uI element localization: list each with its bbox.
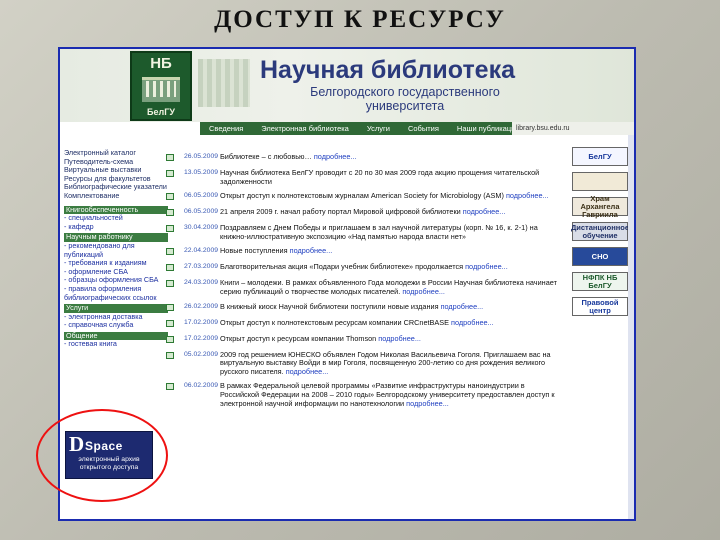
news-book-icon[interactable]	[166, 170, 174, 177]
news-book-icon[interactable]	[166, 225, 174, 233]
news-book-icon[interactable]	[166, 264, 174, 272]
header-banner: НБ БелГУ Научная библиотека Белгородског…	[60, 49, 634, 122]
books-image	[198, 59, 250, 107]
sidebar-subitem[interactable]: - правила оформления библиографических с…	[64, 284, 168, 302]
news-book-icon[interactable]	[166, 319, 174, 327]
library-subtitle: Белгородского государственного университ…	[310, 85, 500, 113]
partner-badge[interactable]	[572, 172, 628, 191]
news-text: Поздравляем с Днем Победы и приглашаем в…	[220, 223, 538, 241]
news-book-icon[interactable]	[166, 193, 174, 201]
news-book-icon[interactable]	[166, 303, 174, 311]
news-item: 22.04.2009 Новые поступления подробнее...	[166, 247, 558, 257]
news-item: 27.03.2009 Благотворительная акция «Подар…	[166, 263, 558, 273]
partner-badge[interactable]: СНО	[572, 247, 628, 266]
news-text: 2009 год решением ЮНЕСКО объявлен Годом …	[220, 349, 551, 376]
more-link[interactable]: подробнее...	[506, 191, 549, 200]
news-date: 06.05.2009	[184, 208, 219, 216]
news-item: 26.05.2009 Библиотеке – с любовью… подроб…	[166, 152, 558, 163]
news-date: 27.03.2009	[184, 263, 219, 271]
more-link[interactable]: подробнее...	[402, 287, 445, 296]
news-book-icon[interactable]	[166, 209, 174, 217]
highlight-circle	[36, 409, 168, 502]
more-link[interactable]: подробнее...	[286, 367, 329, 376]
nav-item-info[interactable]: Сведения	[209, 124, 243, 133]
news-item: 17.02.2009 Открыт доступ к ресурсам компа…	[166, 333, 558, 345]
news-date: 30.04.2009	[184, 224, 219, 232]
news-date: 17.02.2009	[184, 318, 219, 326]
news-text: Библиотеке – с любовью…	[220, 152, 312, 161]
news-book-icon[interactable]	[166, 280, 174, 288]
news-text: Открыт доступ к полнотекстовым журналам …	[220, 191, 504, 201]
logo-bottom-text: БелГУ	[147, 107, 175, 117]
news-text: Новые поступления	[220, 246, 288, 256]
logo-top-text: НБ	[150, 55, 172, 72]
news-item: 06.05.2009 Открыт доступ к полнотекстовым…	[166, 191, 558, 202]
news-date: 24.03.2009	[184, 279, 219, 287]
news-text: В рамках Федеральной целевой программы «…	[220, 381, 555, 408]
partner-badge[interactable]: Правовой центр	[572, 297, 628, 316]
partner-badge[interactable]: НФПК НБ БелГУ	[572, 272, 628, 291]
news-date: 06.02.2009	[184, 382, 219, 390]
news-book-icon[interactable]	[166, 335, 174, 343]
news-item: 24.03.2009 Книги – молодежи. В рамках объ…	[166, 279, 558, 296]
library-logo[interactable]: НБ БелГУ	[130, 51, 192, 121]
news-text: Благотворительная акция «Подари учебник …	[220, 262, 464, 272]
partner-badge[interactable]: Храм Архангела Гавриила	[572, 194, 628, 218]
news-text: Открыт доступ к полнотекстовым ресурсам …	[220, 317, 450, 327]
more-link[interactable]: подробнее...	[290, 246, 333, 256]
nav-item-events[interactable]: События	[408, 124, 439, 133]
sidebar-subitem[interactable]: - кафедр	[64, 222, 168, 232]
more-link[interactable]: подробнее...	[441, 302, 484, 311]
partner-badge[interactable]: БелГУ	[572, 147, 628, 166]
sidebar: Электронный каталог Путеводитель-схема В…	[64, 148, 168, 349]
news-item: 13.05.2009 Научная библиотека БелГУ прово…	[166, 168, 558, 186]
scrollbar[interactable]	[628, 135, 634, 519]
logo-columns-icon	[146, 81, 176, 97]
more-link[interactable]: подробнее...	[465, 262, 508, 272]
news-book-icon[interactable]	[166, 154, 174, 161]
news-date: 05.02.2009	[184, 350, 219, 358]
news-date: 17.02.2009	[184, 334, 219, 342]
news-text: Научная библиотека БелГУ проводит с 20 п…	[220, 168, 540, 186]
nav-item-services[interactable]: Услуги	[367, 124, 390, 133]
sidebar-item-acquisition[interactable]: Комплектование	[64, 191, 168, 201]
site-url: library.bsu.edu.ru	[512, 122, 634, 135]
sidebar-subitem[interactable]: - гостевая книга	[64, 340, 168, 349]
news-text: Книги – молодежи. В рамках объявленного …	[220, 278, 557, 296]
news-item: 17.02.2009 Открыт доступ к полнотекстовым…	[166, 317, 558, 329]
slide-title: ДОСТУП К РЕСУРСУ	[214, 6, 506, 33]
more-link[interactable]: подробнее...	[406, 399, 449, 408]
news-book-icon[interactable]	[166, 351, 174, 359]
more-link[interactable]: подробнее...	[378, 334, 421, 343]
news-text: 21 апреля 2009 г. начал работу портал Ми…	[220, 207, 461, 217]
library-title: Научная библиотека	[260, 56, 516, 84]
news-text: Открыт доступ к ресурсам компании Thomso…	[220, 333, 377, 343]
sidebar-subitem[interactable]: - рекомендовано для публикаций	[64, 241, 168, 259]
news-list: 26.05.2009 Библиотеке – с любовью… подроб…	[166, 152, 558, 414]
partner-links: БелГУ Храм Архангела Гавриила Дистанционно…	[571, 147, 629, 322]
news-item: 05.02.2009 2009 год решением ЮНЕСКО объяв…	[166, 349, 558, 377]
news-date: 06.05.2009	[184, 192, 219, 200]
news-item: 26.02.2009 В книжный киоск Научной библио…	[166, 301, 558, 313]
news-item: 06.02.2009 В рамках Федеральной целевой п…	[166, 382, 558, 408]
news-date: 26.05.2009	[184, 153, 219, 160]
more-link[interactable]: подробнее...	[463, 207, 506, 216]
news-text: В книжный киоск Научной библиотеки посту…	[220, 301, 439, 311]
news-date: 26.02.2009	[184, 302, 219, 310]
news-book-icon[interactable]	[166, 383, 174, 391]
news-date: 13.05.2009	[184, 169, 219, 176]
news-item: 30.04.2009 Поздравляем с Днем Победы и пр…	[166, 223, 558, 241]
nav-item-publications[interactable]: Наши публикации	[457, 124, 520, 133]
news-book-icon[interactable]	[166, 248, 174, 256]
news-item: 06.05.2009 21 апреля 2009 г. начал работу…	[166, 207, 558, 218]
sidebar-subitem[interactable]: - справочная служба	[64, 321, 168, 330]
more-link[interactable]: подробнее...	[451, 318, 494, 327]
news-date: 22.04.2009	[184, 247, 219, 255]
partner-badge[interactable]: Дистанционное обучение	[571, 222, 629, 241]
more-link[interactable]: подробнее...	[314, 152, 357, 161]
nav-item-e-library[interactable]: Электронная библиотека	[261, 124, 349, 133]
